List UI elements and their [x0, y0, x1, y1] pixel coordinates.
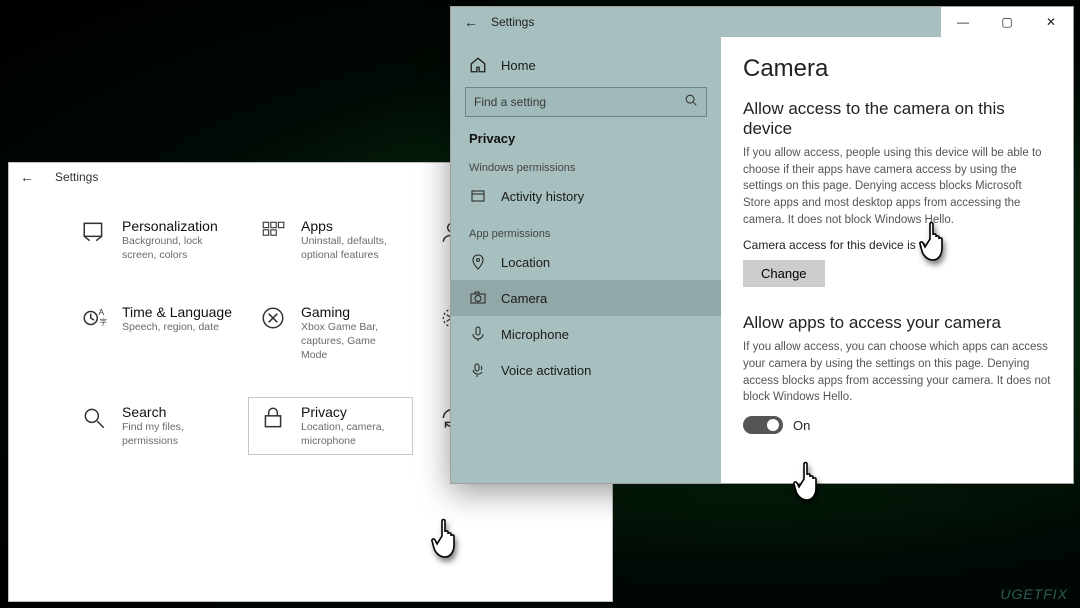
- watermark: UGETFIX: [1000, 586, 1068, 602]
- sidebar-item-home[interactable]: Home: [451, 47, 721, 83]
- section-title-device-access: Allow access to the camera on this devic…: [743, 99, 1051, 139]
- back-button[interactable]: ←: [17, 169, 37, 185]
- sidebar-item-microphone[interactable]: Microphone: [451, 316, 721, 352]
- category-desc: Xbox Game Bar, captures, Game Mode: [301, 321, 402, 362]
- gaming-icon: [259, 304, 287, 332]
- change-button[interactable]: Change: [743, 260, 825, 287]
- sidebar-item-voice-activation[interactable]: Voice activation: [451, 352, 721, 388]
- category-desc: Background, lock screen, colors: [122, 235, 223, 262]
- privacy-icon: [259, 404, 287, 432]
- section-body-device-access: If you allow access, people using this d…: [743, 145, 1051, 228]
- category-desc: Uninstall, defaults, optional features: [301, 235, 402, 262]
- back-button[interactable]: ←: [451, 14, 491, 30]
- category-personalization[interactable]: PersonalizationBackground, lock screen, …: [69, 211, 234, 269]
- category-gaming[interactable]: GamingXbox Game Bar, captures, Game Mode: [248, 297, 413, 369]
- category-name: Personalization: [122, 218, 223, 234]
- window-title: Settings: [55, 170, 98, 184]
- sidebar-item-label: Camera: [501, 291, 547, 306]
- privacy-camera-window: ← Settings — ▢ ✕ Home Privacy Windows pe…: [450, 6, 1074, 484]
- category-search[interactable]: SearchFind my files, permissions: [69, 397, 234, 455]
- category-desc: Location, camera, microphone: [301, 421, 402, 448]
- category-privacy[interactable]: PrivacyLocation, camera, microphone: [248, 397, 413, 455]
- sidebar-item-location[interactable]: Location: [451, 244, 721, 280]
- sidebar-item-label: Location: [501, 255, 550, 270]
- activity-icon: [469, 187, 487, 205]
- location-icon: [469, 253, 487, 271]
- camera-access-status: Camera access for this device is on: [743, 238, 1051, 252]
- time-lang-icon: A字: [80, 304, 108, 332]
- close-button[interactable]: ✕: [1029, 7, 1073, 37]
- sidebar-item-camera[interactable]: Camera: [451, 280, 721, 316]
- category-apps[interactable]: AppsUninstall, defaults, optional featur…: [248, 211, 413, 269]
- sidebar-item-label: Voice activation: [501, 363, 591, 378]
- svg-text:A: A: [98, 307, 104, 317]
- toggle-knob: [767, 419, 779, 431]
- settings-sidebar: Home Privacy Windows permissions Activity…: [451, 37, 721, 483]
- voice-icon: [469, 361, 487, 379]
- apps-icon: [259, 218, 287, 246]
- brush-icon: [80, 218, 108, 246]
- sidebar-group-label: App permissions: [451, 214, 721, 244]
- search-icon: [80, 404, 108, 432]
- section-body-app-access: If you allow access, you can choose whic…: [743, 339, 1051, 406]
- category-name: Apps: [301, 218, 402, 234]
- sidebar-item-activity-history[interactable]: Activity history: [451, 178, 721, 214]
- titlebar: ← Settings — ▢ ✕: [451, 7, 1073, 37]
- section-title-app-access: Allow apps to access your camera: [743, 313, 1051, 333]
- category-name: Privacy: [301, 404, 402, 420]
- window-title: Settings: [491, 15, 534, 29]
- mic-icon: [469, 325, 487, 343]
- sidebar-search[interactable]: [465, 87, 707, 117]
- allow-apps-toggle[interactable]: On: [743, 416, 1051, 434]
- minimize-button[interactable]: —: [941, 7, 985, 37]
- sidebar-section-current: Privacy: [451, 127, 721, 148]
- category-time-language[interactable]: A字 Time & LanguageSpeech, region, date: [69, 297, 234, 369]
- category-desc: Speech, region, date: [122, 321, 223, 335]
- category-desc: Find my files, permissions: [122, 421, 223, 448]
- search-input[interactable]: [474, 95, 684, 109]
- category-name: Gaming: [301, 304, 402, 320]
- search-icon: [684, 93, 698, 112]
- home-icon: [469, 56, 487, 74]
- toggle-track: [743, 416, 783, 434]
- sidebar-item-label: Home: [501, 58, 536, 73]
- svg-text:字: 字: [99, 317, 107, 327]
- sidebar-item-label: Activity history: [501, 189, 584, 204]
- sidebar-group-label: Windows permissions: [451, 148, 721, 178]
- maximize-button[interactable]: ▢: [985, 7, 1029, 37]
- toggle-label: On: [793, 418, 810, 433]
- sidebar-item-label: Microphone: [501, 327, 569, 342]
- window-controls: — ▢ ✕: [941, 7, 1073, 37]
- category-name: Search: [122, 404, 223, 420]
- camera-settings-panel: Camera Allow access to the camera on thi…: [721, 37, 1073, 483]
- camera-icon: [469, 289, 487, 307]
- page-heading: Camera: [743, 55, 1051, 83]
- category-name: Time & Language: [122, 304, 223, 320]
